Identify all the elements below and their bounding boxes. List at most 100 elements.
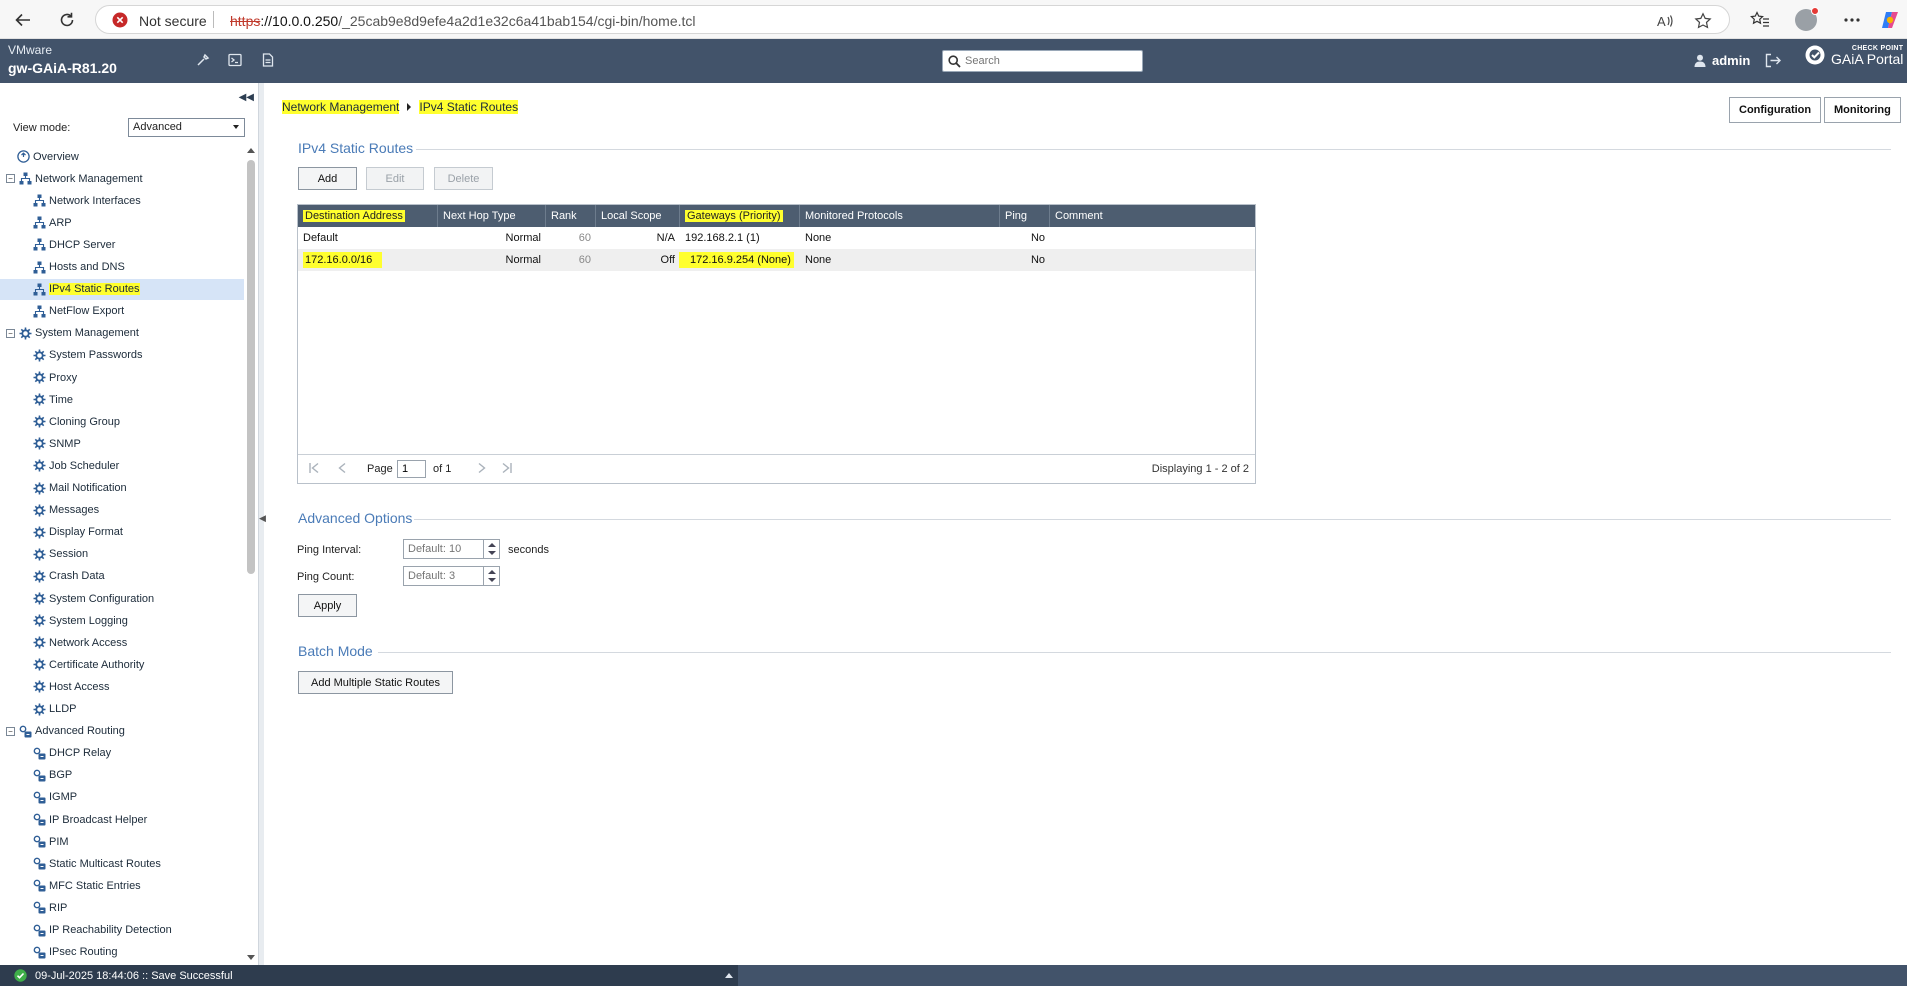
column-local-scope[interactable]: Local Scope (596, 205, 680, 227)
sidebar-item-display-format[interactable]: Display Format (0, 522, 244, 543)
sidebar-item-rip[interactable]: RIP (0, 897, 244, 918)
prev-page-icon[interactable] (336, 462, 348, 474)
sidebar-item-mfc-static-entries[interactable]: MFC Static Entries (0, 875, 244, 896)
search-input[interactable] (965, 53, 1135, 69)
sidebar-item-system-logging[interactable]: System Logging (0, 610, 244, 631)
column-monitored-protocols[interactable]: Monitored Protocols (800, 205, 1000, 227)
sidebar-item-bgp[interactable]: BGP (0, 765, 244, 786)
scroll-down-arrow[interactable] (247, 955, 255, 960)
sidebar-item-hosts-and-dns[interactable]: Hosts and DNS (0, 257, 244, 278)
search-box[interactable] (942, 50, 1143, 72)
column-next-hop-type[interactable]: Next Hop Type (438, 205, 546, 227)
delete-button[interactable]: Delete (434, 167, 493, 190)
sidebar-item-igmp[interactable]: IGMP (0, 787, 244, 808)
wrench-icon[interactable] (196, 53, 210, 67)
sidebar-item-system-passwords[interactable]: System Passwords (0, 345, 244, 366)
next-page-icon[interactable] (476, 462, 488, 474)
back-button[interactable] (10, 7, 36, 33)
sidebar-item-system-configuration[interactable]: System Configuration (0, 588, 244, 609)
sidebar-item-arp[interactable]: ARP (0, 212, 244, 233)
table-row[interactable]: Default Normal 60 N/A 192.168.2.1 (1) No… (298, 227, 1255, 249)
sidebar-item-time[interactable]: Time (0, 389, 244, 410)
sidebar-item-cloning-group[interactable]: Cloning Group (0, 411, 244, 432)
page-input[interactable] (397, 460, 426, 478)
column-ping[interactable]: Ping (1000, 205, 1050, 227)
sidebar-item-lldp[interactable]: LLDP (0, 699, 244, 720)
sidebar-item-ip-broadcast-helper[interactable]: IP Broadcast Helper (0, 809, 244, 830)
sidebar-group-network-management[interactable]: − Network Management (0, 168, 244, 189)
profile-avatar[interactable] (1794, 7, 1819, 32)
sidebar-group-advanced-routing[interactable]: − Advanced Routing (0, 721, 244, 742)
increment-arrow-icon[interactable] (488, 543, 496, 547)
sidebar-item-network-interfaces[interactable]: Network Interfaces (0, 190, 244, 211)
decrement-arrow-icon[interactable] (488, 578, 496, 582)
sidebar-item-job-scheduler[interactable]: Job Scheduler (0, 455, 244, 476)
sidebar-group-system-management[interactable]: − System Management (0, 323, 244, 344)
sidebar-item-static-multicast-routes[interactable]: Static Multicast Routes (0, 853, 244, 874)
sidebar-item-certificate-authority[interactable]: Certificate Authority (0, 654, 244, 675)
collapse-toggle-icon[interactable]: − (6, 328, 15, 338)
ping-interval-stepper[interactable] (483, 540, 499, 558)
sidebar-item-snmp[interactable]: SNMP (0, 433, 244, 454)
url-text[interactable]: https://10.0.0.250/_25cab9e8d9efe4a2d1e3… (230, 13, 696, 29)
sidebar-item-messages[interactable]: Messages (0, 500, 244, 521)
column-comment[interactable]: Comment (1050, 205, 1255, 227)
configuration-button[interactable]: Configuration (1729, 97, 1822, 123)
sidebar-item-label: Mail Notification (49, 482, 127, 494)
table-row[interactable]: 172.16.0.0/16 Normal 60 Off 172.16.9.254… (298, 249, 1255, 271)
last-page-icon[interactable] (501, 462, 513, 474)
breadcrumb-network-management[interactable]: Network Management (282, 100, 400, 114)
terminal-icon[interactable] (228, 53, 242, 67)
apply-button[interactable]: Apply (298, 594, 357, 617)
sidebar-item-proxy[interactable]: Proxy (0, 367, 244, 388)
reload-button[interactable] (54, 7, 80, 33)
view-mode-select[interactable]: Advanced (128, 118, 245, 137)
copilot-icon[interactable] (1878, 8, 1902, 32)
sidebar-item-ipv4-static-routes[interactable]: IPv4 Static Routes (0, 278, 244, 300)
edit-button[interactable]: Edit (366, 167, 424, 190)
collapse-sidebar-icon[interactable]: ◀◀ (239, 92, 254, 103)
sidebar-item-ip-reachability-detection[interactable]: IP Reachability Detection (0, 920, 244, 941)
add-button[interactable]: Add (298, 167, 357, 190)
sidebar-item-label: Network Access (49, 636, 128, 649)
column-destination[interactable]: Destination Address (298, 205, 438, 227)
sidebar-item-session[interactable]: Session (0, 544, 244, 565)
expand-status-icon[interactable] (725, 973, 733, 978)
ping-count-stepper[interactable] (483, 567, 499, 585)
sidebar-item-overview[interactable]: Overview (0, 146, 244, 167)
sidebar-item-netflow-export[interactable]: NetFlow Export (0, 301, 244, 322)
first-page-icon[interactable] (308, 462, 320, 474)
add-multiple-static-routes-button[interactable]: Add Multiple Static Routes (298, 671, 453, 694)
document-icon[interactable] (262, 53, 274, 67)
column-rank[interactable]: Rank (546, 205, 596, 227)
ping-count-input[interactable] (404, 567, 483, 585)
monitoring-button[interactable]: Monitoring (1824, 97, 1901, 123)
favorites-icon[interactable] (1748, 8, 1772, 32)
more-menu-icon[interactable] (1840, 8, 1864, 32)
collapse-toggle-icon[interactable]: − (6, 726, 15, 736)
ping-count-spinner[interactable] (403, 566, 500, 586)
sidebar-item-network-access[interactable]: Network Access (0, 632, 244, 653)
collapse-toggle-icon[interactable]: − (6, 174, 15, 184)
ping-interval-input[interactable] (404, 540, 483, 558)
sidebar-item-dhcp-server[interactable]: DHCP Server (0, 234, 244, 255)
ping-interval-spinner[interactable] (403, 539, 500, 559)
sidebar-item-crash-data[interactable]: Crash Data (0, 566, 244, 587)
sidebar-item-mail-notification[interactable]: Mail Notification (0, 478, 244, 499)
sidebar-scrollbar[interactable] (246, 146, 256, 962)
column-gateways[interactable]: Gateways (Priority) (680, 205, 800, 227)
scroll-thumb[interactable] (247, 160, 255, 574)
main-content: Network Management IPv4 Static Routes Co… (264, 83, 1907, 965)
sidebar-item-pim[interactable]: PIM (0, 831, 244, 852)
sidebar-item-dhcp-relay[interactable]: DHCP Relay (0, 743, 244, 764)
sidebar-item-ipsec-routing[interactable]: IPsec Routing (0, 942, 244, 962)
read-aloud-icon[interactable]: A (1656, 12, 1674, 30)
logout-icon[interactable] (1765, 53, 1781, 68)
user-menu[interactable]: admin (1694, 53, 1750, 68)
favorite-star-icon[interactable] (1694, 12, 1712, 30)
address-bar[interactable]: Not secure https://10.0.0.250/_25cab9e8d… (95, 5, 1730, 34)
increment-arrow-icon[interactable] (488, 570, 496, 574)
decrement-arrow-icon[interactable] (488, 551, 496, 555)
sidebar-item-host-access[interactable]: Host Access (0, 676, 244, 697)
scroll-up-arrow[interactable] (247, 148, 255, 153)
